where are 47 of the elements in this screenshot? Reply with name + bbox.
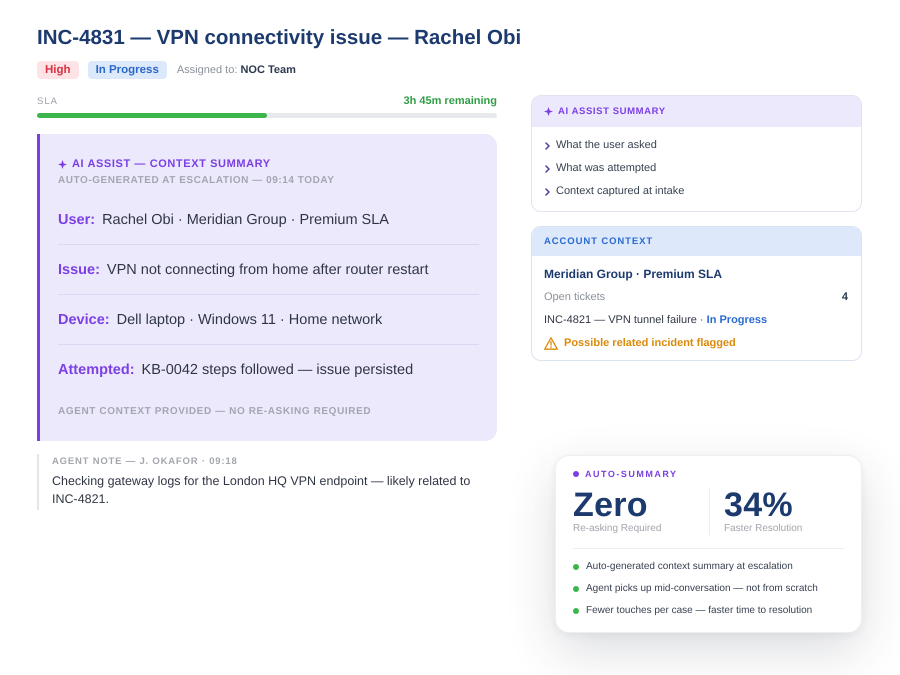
chevron-icon [545,142,550,150]
field-label: User: [58,210,96,230]
status-tag: In Progress [88,61,167,79]
related-ticket-text: INC-4821 — VPN tunnel failure · In Progress [544,313,768,328]
benefit-item: Auto-generated context summary at escalation [586,560,793,574]
ticket-title: INC-4831 — VPN connectivity issue — Rachel Obi [37,25,522,51]
summary-item: What the user asked [556,138,657,153]
card-footer-text: AGENT CONTEXT PROVIDED — NO RE-ASKING REQUIRED [58,405,372,419]
chevron-icon [545,188,550,196]
card-title: AI ASSIST SUMMARY [558,106,666,117]
bullet-icon [573,608,579,614]
field-label: Issue: [58,260,100,280]
card-label: AUTO-SUMMARY [585,468,678,480]
assignee-text: Assigned to: NOC Team [176,64,296,76]
note-header: AGENT NOTE — J. OKAFOR · 09:18 [52,456,239,468]
card-title: AI ASSIST — CONTEXT SUMMARY [72,157,271,171]
sla-label: SLA [37,96,58,106]
stat-caption: Faster Resolution [724,523,802,535]
card-subtitle: AUTO-GENERATED AT ESCALATION — 09:14 TODAY [58,175,336,187]
dot-icon [573,471,579,477]
field-label: Device: [58,310,110,330]
stat-caption: Re-asking Required [573,523,662,535]
benefit-item: Fewer touches per case — faster time to resolution [586,604,812,618]
stat-value: Zero [573,488,648,523]
account-name: Meridian Group · Premium SLA [544,266,724,283]
bullet-icon [573,586,579,592]
field-value: VPN not connecting from home after router restart [106,260,428,280]
stat-value: 34% [724,488,793,523]
field-label: Attempted: [58,360,135,380]
field-value: KB-0042 steps followed — issue persisted [142,360,414,380]
bullet-icon [573,564,579,570]
chevron-icon [545,164,550,172]
summary-item: Context captured at intake [556,184,684,199]
open-tickets-count: 4 [842,290,848,305]
priority-tag: High [37,61,79,79]
warning-text: Possible related incident flagged [564,336,736,351]
sparkle-icon [544,107,553,116]
summary-item: What was attempted [556,161,656,176]
field-value: Dell laptop · Windows 11 · Home network [116,310,382,330]
benefit-item: Agent picks up mid-conversation — not from scratch [586,582,818,596]
open-tickets-label: Open tickets [544,290,606,305]
sla-remaining: 3h 45m remaining [403,95,497,107]
note-text: Checking gateway logs for the London HQ VPN endpoint — likely related to INC-4821. [52,473,472,508]
sparkle-icon [58,160,67,168]
card-title: ACCOUNT CONTEXT [544,236,654,247]
warning-icon [544,337,558,350]
field-value: Rachel Obi · Meridian Group · Premium SLA [102,210,389,230]
